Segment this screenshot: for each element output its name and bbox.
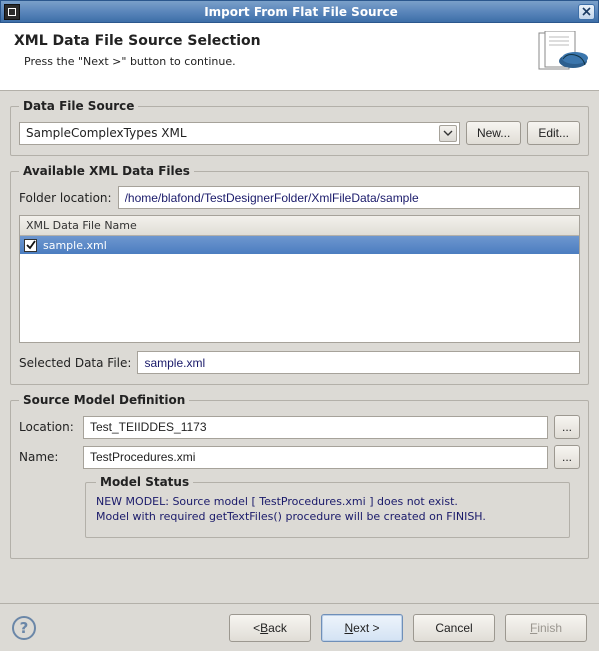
row-checkbox[interactable] (24, 239, 37, 252)
page-title: XML Data File Source Selection (14, 33, 585, 49)
files-table[interactable]: XML Data File Name sample.xml (19, 215, 580, 343)
edit-source-button[interactable]: Edit... (527, 121, 580, 145)
folder-location-field[interactable] (118, 186, 580, 209)
new-source-button[interactable]: New... (466, 121, 521, 145)
name-label: Name: (19, 450, 77, 464)
data-file-source-group: Data File Source SampleComplexTypes XML … (10, 99, 589, 156)
data-source-selected: SampleComplexTypes XML (26, 126, 187, 140)
selected-file-label: Selected Data File: (19, 356, 131, 370)
location-field[interactable] (83, 416, 548, 439)
window-titlebar: Import From Flat File Source (0, 0, 599, 23)
help-button[interactable]: ? (12, 616, 36, 640)
available-files-group: Available XML Data Files Folder location… (10, 164, 589, 385)
name-field[interactable] (83, 446, 548, 469)
data-source-combo[interactable]: SampleComplexTypes XML (19, 122, 460, 145)
row-filename: sample.xml (43, 239, 107, 252)
status-line-2: Model with required getTextFiles() proce… (96, 510, 559, 525)
chevron-down-icon[interactable] (439, 125, 457, 142)
window-close-button[interactable] (578, 4, 595, 20)
status-line-1: NEW MODEL: Source model [ TestProcedures… (96, 495, 559, 510)
browse-name-button[interactable]: ... (554, 445, 580, 469)
available-files-legend: Available XML Data Files (19, 164, 194, 178)
browse-location-button[interactable]: ... (554, 415, 580, 439)
smd-legend: Source Model Definition (19, 393, 189, 407)
model-status-legend: Model Status (96, 475, 193, 489)
wizard-header: XML Data File Source Selection Press the… (0, 23, 599, 91)
next-button[interactable]: Next > (321, 614, 403, 642)
window-title: Import From Flat File Source (26, 5, 576, 19)
wizard-button-bar: ? < Back Next > Cancel Finish (0, 603, 599, 651)
wizard-banner-icon (537, 31, 589, 75)
back-button[interactable]: < Back (229, 614, 311, 642)
page-subtitle: Press the "Next >" button to continue. (24, 55, 585, 68)
source-model-definition-group: Source Model Definition Location: ... Na… (10, 393, 589, 559)
folder-location-label: Folder location: (19, 191, 112, 205)
selected-file-field[interactable] (137, 351, 580, 374)
cancel-button[interactable]: Cancel (413, 614, 495, 642)
location-label: Location: (19, 420, 77, 434)
files-table-header: XML Data File Name (20, 216, 579, 236)
app-icon (4, 4, 20, 20)
finish-button: Finish (505, 614, 587, 642)
data-file-source-legend: Data File Source (19, 99, 138, 113)
table-row[interactable]: sample.xml (20, 236, 579, 254)
model-status-group: Model Status NEW MODEL: Source model [ T… (85, 475, 570, 538)
